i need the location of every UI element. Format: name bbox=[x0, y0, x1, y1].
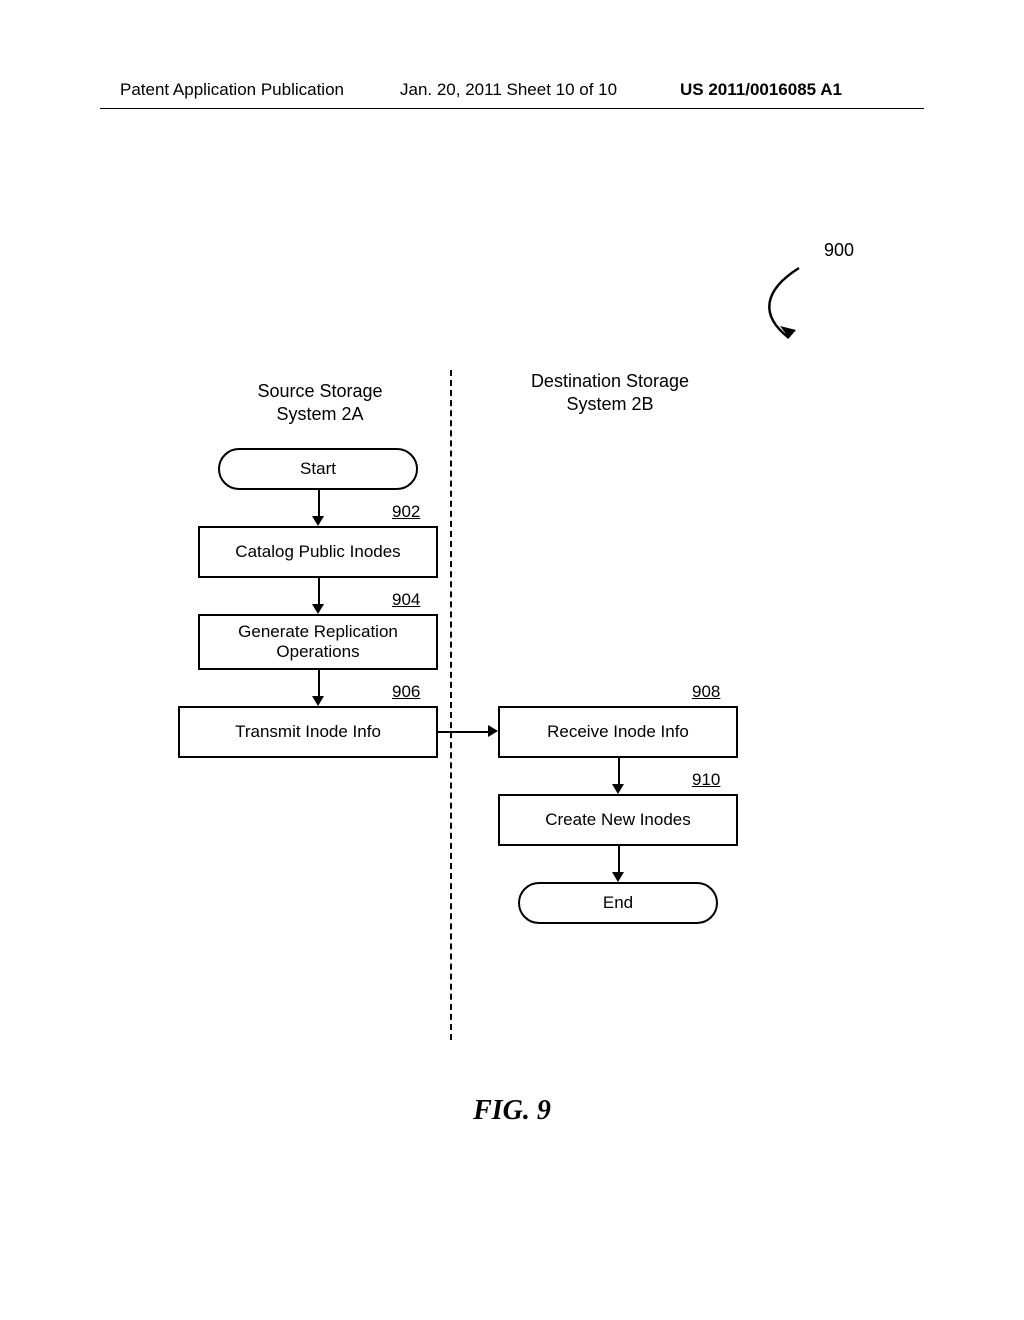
step-908-box: Receive Inode Info bbox=[498, 706, 738, 758]
end-node: End bbox=[518, 882, 718, 924]
header-center: Jan. 20, 2011 Sheet 10 of 10 bbox=[400, 80, 617, 100]
arrow-head-icon bbox=[612, 784, 624, 794]
flowchart-diagram: 900 Source Storage System 2A Destination… bbox=[100, 200, 924, 1100]
step-902-box: Catalog Public Inodes bbox=[198, 526, 438, 578]
dest-title-line2: System 2B bbox=[566, 394, 653, 414]
header-rule bbox=[100, 108, 924, 109]
header-right: US 2011/0016085 A1 bbox=[680, 80, 842, 100]
figure-reference-label: 900 bbox=[824, 240, 854, 261]
dest-title-line1: Destination Storage bbox=[531, 371, 689, 391]
arrow-head-icon bbox=[488, 725, 498, 737]
arrow-910-to-end bbox=[618, 846, 620, 872]
step-906-label: Transmit Inode Info bbox=[235, 722, 381, 742]
end-label: End bbox=[603, 893, 633, 913]
figure-reference: 900 bbox=[714, 240, 854, 360]
arrow-head-icon bbox=[312, 516, 324, 526]
step-906-number: 906 bbox=[392, 682, 420, 702]
source-column-title: Source Storage System 2A bbox=[220, 380, 420, 425]
arrow-head-icon bbox=[312, 696, 324, 706]
step-904-number: 904 bbox=[392, 590, 420, 610]
destination-column-title: Destination Storage System 2B bbox=[500, 370, 720, 415]
column-divider bbox=[450, 370, 452, 1040]
arrow-904-to-906 bbox=[318, 670, 320, 696]
step-902-number: 902 bbox=[392, 502, 420, 522]
reference-arrow-icon bbox=[744, 260, 824, 350]
source-title-line1: Source Storage bbox=[257, 381, 382, 401]
step-910-box: Create New Inodes bbox=[498, 794, 738, 846]
header-left: Patent Application Publication bbox=[120, 80, 344, 100]
figure-caption: FIG. 9 bbox=[0, 1095, 1024, 1127]
arrow-head-icon bbox=[612, 872, 624, 882]
source-title-line2: System 2A bbox=[276, 404, 363, 424]
step-902-label: Catalog Public Inodes bbox=[235, 542, 400, 562]
arrow-902-to-904 bbox=[318, 578, 320, 604]
arrow-906-to-908 bbox=[438, 731, 488, 733]
step-910-label: Create New Inodes bbox=[545, 810, 691, 830]
step-906-box: Transmit Inode Info bbox=[178, 706, 438, 758]
start-node: Start bbox=[218, 448, 418, 490]
step-908-number: 908 bbox=[692, 682, 720, 702]
arrow-start-to-902 bbox=[318, 490, 320, 516]
arrow-head-icon bbox=[312, 604, 324, 614]
arrow-908-to-910 bbox=[618, 758, 620, 784]
step-904-label: Generate Replication Operations bbox=[206, 622, 430, 662]
step-904-box: Generate Replication Operations bbox=[198, 614, 438, 670]
step-910-number: 910 bbox=[692, 770, 720, 790]
page-header: Patent Application Publication Jan. 20, … bbox=[0, 80, 1024, 110]
step-908-label: Receive Inode Info bbox=[547, 722, 689, 742]
start-label: Start bbox=[300, 459, 336, 479]
